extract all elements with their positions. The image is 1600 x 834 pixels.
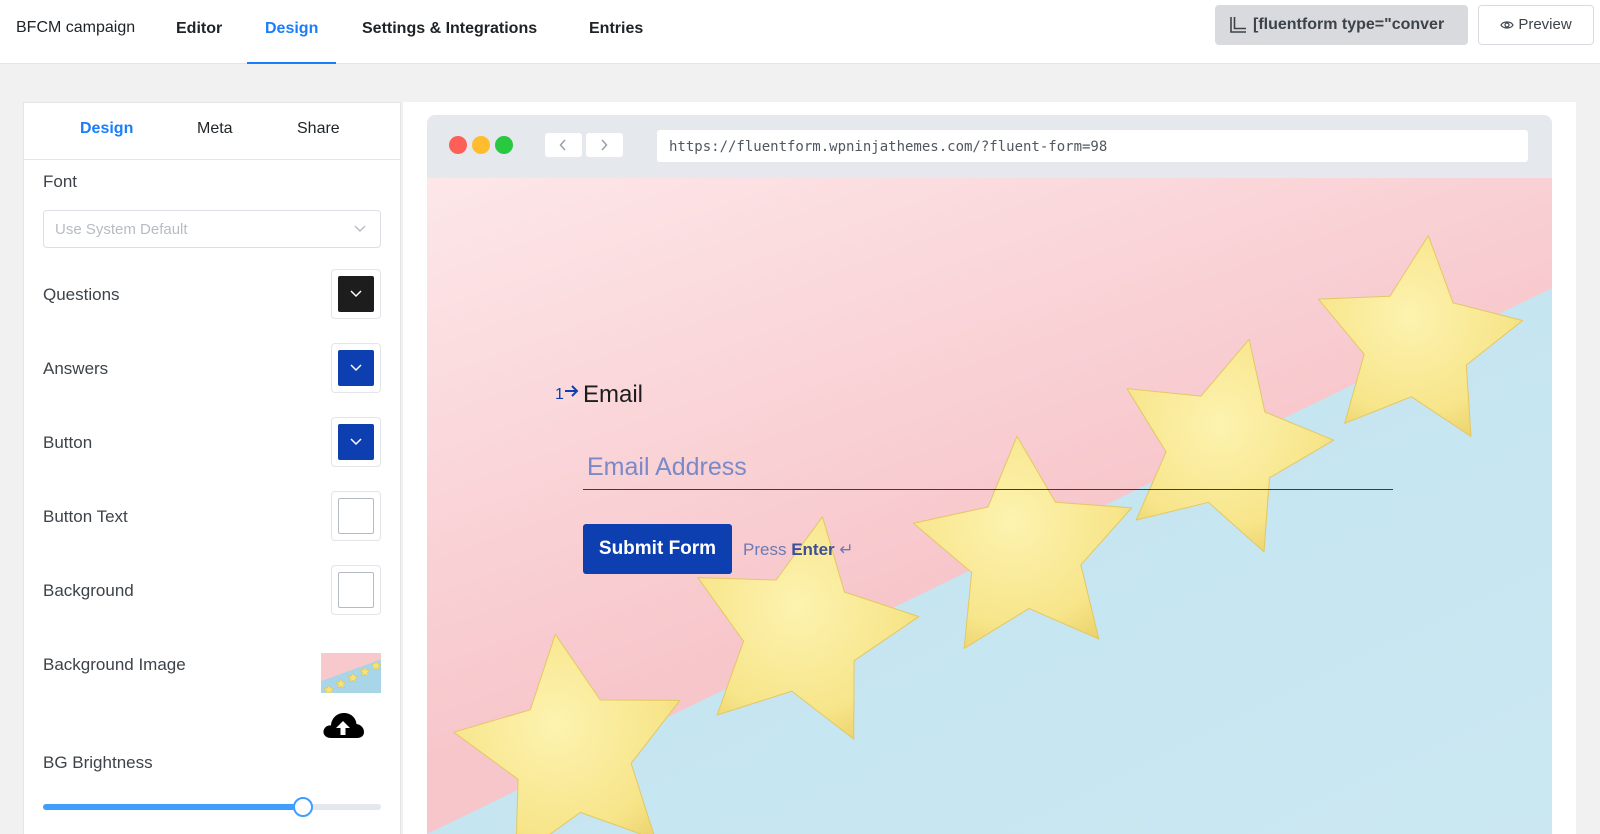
shortcode-text: [fluentform type="conver	[1253, 16, 1445, 33]
press-enter-hint: Press Enter ↵	[743, 540, 854, 560]
slider-fill	[43, 804, 304, 810]
bg-brightness-slider[interactable]	[43, 797, 381, 817]
background-color-label: Background	[43, 581, 134, 600]
copy-icon	[1230, 17, 1246, 33]
eye-icon	[1500, 21, 1514, 29]
button-color-label: Button	[43, 433, 93, 452]
press-label: Press	[743, 540, 787, 559]
enter-return-icon: ↵	[839, 540, 854, 559]
font-label: Font	[43, 172, 78, 191]
tab-design[interactable]: Design	[246, 0, 337, 64]
background-image-label: Background Image	[43, 655, 186, 674]
answers-color-label: Answers	[43, 359, 109, 378]
chevron-down-icon	[350, 438, 362, 446]
button-color-swatch	[338, 424, 374, 460]
stars-background-image	[427, 235, 1552, 834]
subtab-share[interactable]: Share	[297, 120, 340, 138]
browser-url-text: https://fluentform.wpninjathemes.com/?fl…	[669, 139, 1108, 155]
slider-thumb[interactable]	[293, 797, 314, 817]
design-sub-tabs: Design Meta Share	[24, 103, 400, 160]
conversational-form-canvas: 1 Email Submit Form Press Enter ↵	[427, 178, 1552, 834]
chevron-left-icon	[559, 139, 566, 151]
subtab-meta[interactable]: Meta	[197, 120, 233, 138]
font-select-value: Use System Default	[55, 221, 188, 238]
browser-forward-button[interactable]	[586, 133, 623, 157]
questions-color-swatch	[338, 276, 374, 312]
font-select[interactable]: Use System Default	[43, 210, 381, 248]
question-number: 1	[555, 386, 564, 403]
button-text-color-picker[interactable]	[331, 491, 381, 541]
enter-key-label: Enter	[791, 540, 835, 559]
preview-button[interactable]: Preview	[1478, 5, 1594, 45]
browser-mockup: https://fluentform.wpninjathemes.com/?fl…	[427, 115, 1552, 834]
questions-color-label: Questions	[43, 285, 120, 304]
tab-settings-integrations[interactable]: Settings & Integrations	[362, 0, 537, 64]
submit-form-button[interactable]: Submit Form	[583, 524, 732, 574]
form-title: BFCM campaign	[16, 19, 136, 36]
preview-label: Preview	[1518, 16, 1572, 33]
background-image-thumbnail[interactable]	[321, 653, 381, 693]
shortcode-copy-box[interactable]: [fluentform type="conver	[1215, 5, 1468, 45]
bg-brightness-label: BG Brightness	[43, 753, 153, 772]
chevron-down-icon	[350, 364, 362, 372]
answers-color-picker[interactable]	[331, 343, 381, 393]
subtab-design[interactable]: Design	[80, 120, 133, 138]
cloud-upload-icon[interactable]	[321, 708, 365, 742]
chevron-down-icon	[354, 225, 366, 232]
stars-thumbnail-art	[323, 660, 381, 693]
question-title: Email	[583, 381, 644, 408]
questions-color-picker[interactable]	[331, 269, 381, 319]
background-color-swatch	[338, 572, 374, 608]
email-input[interactable]	[583, 446, 1393, 490]
button-color-picker[interactable]	[331, 417, 381, 467]
window-maximize-dot	[495, 136, 513, 154]
browser-chrome: https://fluentform.wpninjathemes.com/?fl…	[427, 115, 1552, 178]
window-close-dot	[449, 136, 467, 154]
design-settings-panel: Design Meta Share Font Use System Defaul…	[23, 102, 401, 834]
button-text-color-swatch	[338, 498, 374, 534]
answers-color-swatch	[338, 350, 374, 386]
browser-back-button[interactable]	[545, 133, 582, 157]
window-minimize-dot	[472, 136, 490, 154]
chevron-down-icon	[350, 290, 362, 298]
button-text-color-label: Button Text	[43, 507, 128, 526]
chevron-right-icon	[601, 139, 608, 151]
arrow-right-icon	[565, 385, 579, 397]
background-color-picker[interactable]	[331, 565, 381, 615]
tab-editor[interactable]: Editor	[176, 0, 222, 64]
browser-url-bar[interactable]: https://fluentform.wpninjathemes.com/?fl…	[657, 130, 1528, 162]
tab-entries[interactable]: Entries	[589, 0, 643, 64]
form-preview-area: https://fluentform.wpninjathemes.com/?fl…	[403, 102, 1576, 834]
top-bar: BFCM campaign Editor Design Settings & I…	[0, 0, 1600, 64]
